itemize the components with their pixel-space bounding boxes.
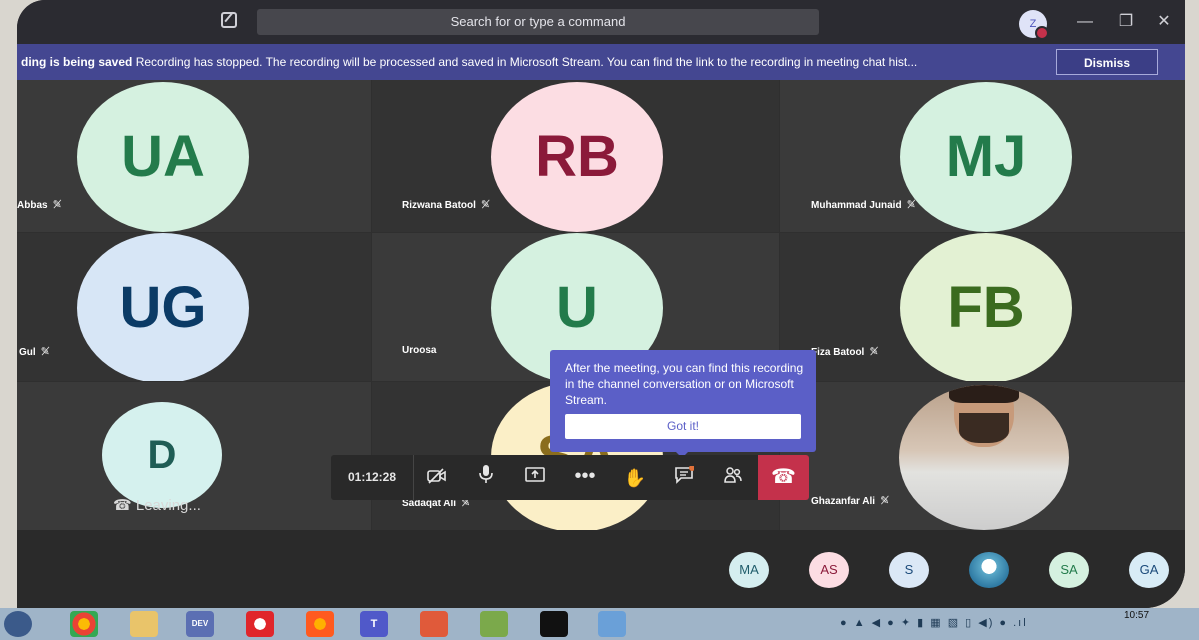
participant-avatar: UA: [77, 82, 249, 232]
mic-off-icon: ✎̸: [40, 346, 50, 358]
windows-taskbar: DEV T ● ▲ ◀ ● ✦ ▮ ▦ ▧ ▯ ◀) ● .ıl 10:57: [0, 608, 1199, 640]
chat-icon[interactable]: [670, 464, 698, 492]
opera-icon[interactable]: [246, 611, 274, 637]
teams-icon[interactable]: T: [360, 611, 388, 637]
participant-tile[interactable]: RB Rizwana Batool ✎̸: [372, 80, 779, 232]
compose-icon[interactable]: [221, 12, 237, 28]
app-icon[interactable]: [420, 611, 448, 637]
minimize-button[interactable]: —: [1071, 10, 1099, 34]
mic-off-icon: ✎̸: [480, 199, 491, 211]
call-timer: 01:12:28: [331, 455, 414, 500]
roster-avatar[interactable]: S: [889, 552, 929, 588]
system-tray[interactable]: ● ▲ ◀ ● ✦ ▮ ▦ ▧ ▯ ◀) ● .ıl: [840, 616, 1028, 629]
participant-tile[interactable]: D ☎ Leaving...: [17, 382, 371, 530]
participant-name: Abbas ✎̸: [17, 199, 62, 211]
hang-up-button[interactable]: ☎: [758, 455, 809, 500]
roster-avatar[interactable]: AS: [809, 552, 849, 588]
restore-button[interactable]: ❐: [1112, 10, 1140, 34]
mic-off-icon: ✎̸: [52, 199, 62, 211]
screenshot-frame: Search for or type a command Z — ❐ ✕ din…: [0, 0, 1199, 640]
mic-off-icon: ✎̸: [869, 346, 879, 358]
participants-icon[interactable]: [719, 464, 747, 492]
participant-avatar: RB: [491, 82, 663, 232]
teams-window: Search for or type a command Z — ❐ ✕ din…: [17, 0, 1185, 608]
mic-off-icon: ✎̸: [906, 199, 916, 211]
devcpp-icon[interactable]: DEV: [186, 611, 214, 637]
more-options-icon[interactable]: •••: [571, 464, 599, 492]
recording-banner: ding is being saved Recording has stoppe…: [17, 44, 1185, 80]
participant-name: Fiza Batool ✎̸: [811, 346, 879, 358]
hangup-icon: ☎: [113, 497, 136, 514]
search-input[interactable]: Search for or type a command: [257, 9, 819, 35]
paint-icon[interactable]: [598, 611, 626, 637]
recording-tip-callout: After the meeting, you can find this rec…: [550, 350, 816, 458]
participant-tile[interactable]: UG Gul ✎̸: [17, 233, 371, 381]
raise-hand-icon[interactable]: ✋: [621, 464, 649, 492]
participant-tile[interactable]: MJ Muhammad Junaid ✎̸: [780, 80, 1185, 232]
taskbar-clock[interactable]: 10:57: [1124, 610, 1149, 621]
mic-off-icon: ✎̸: [880, 495, 890, 507]
participant-avatar: UG: [77, 233, 249, 381]
participant-avatar: FB: [900, 233, 1072, 381]
banner-title: ding is being saved: [21, 55, 133, 69]
participant-name: Rizwana Batool ✎̸: [402, 199, 491, 211]
person-beard: [959, 413, 1009, 443]
participant-avatar: MJ: [900, 82, 1072, 232]
terminal-icon[interactable]: [540, 611, 568, 637]
share-screen-icon[interactable]: [521, 464, 549, 492]
banner-message: Recording has stopped. The recording wil…: [135, 55, 918, 69]
camera-off-icon[interactable]: [423, 464, 451, 492]
participant-tile[interactable]: UA Abbas ✎̸: [17, 80, 371, 232]
participant-tile[interactable]: FB Fiza Batool ✎̸: [780, 233, 1185, 381]
participant-name: Ghazanfar Ali ✎̸: [811, 495, 890, 507]
profile-avatar[interactable]: Z: [1019, 10, 1049, 40]
dismiss-button[interactable]: Dismiss: [1056, 49, 1158, 75]
title-bar: Search for or type a command Z — ❐ ✕: [17, 0, 1185, 44]
chrome-icon[interactable]: [70, 611, 98, 637]
call-controls-toolbar: 01:12:28 ••• ✋ ☎: [331, 455, 809, 500]
roster-avatar[interactable]: SA: [1049, 552, 1089, 588]
status-busy-icon: [1035, 26, 1049, 40]
leaving-status: ☎ Leaving...: [113, 497, 201, 514]
person-hair: [949, 385, 1019, 403]
participant-video-photo: [899, 385, 1069, 530]
participant-name: Gul ✎̸: [19, 346, 50, 358]
got-it-button[interactable]: Got it!: [565, 414, 801, 439]
editor-icon[interactable]: [480, 611, 508, 637]
microphone-icon[interactable]: [472, 464, 500, 492]
callout-text: After the meeting, you can find this rec…: [565, 361, 804, 407]
file-explorer-icon[interactable]: [130, 611, 158, 637]
roster-avatar[interactable]: MA: [729, 552, 769, 588]
start-icon[interactable]: [4, 611, 32, 637]
firefox-icon[interactable]: [306, 611, 334, 637]
roster-avatar-photo[interactable]: [969, 552, 1009, 588]
close-button[interactable]: ✕: [1150, 10, 1178, 34]
participant-name: Uroosa: [402, 345, 437, 356]
participant-name: Muhammad Junaid ✎̸: [811, 199, 916, 211]
overflow-participants-bar: MA AS S SA GA: [17, 530, 1185, 608]
roster-avatar[interactable]: GA: [1129, 552, 1169, 588]
participant-avatar: D: [102, 402, 222, 508]
